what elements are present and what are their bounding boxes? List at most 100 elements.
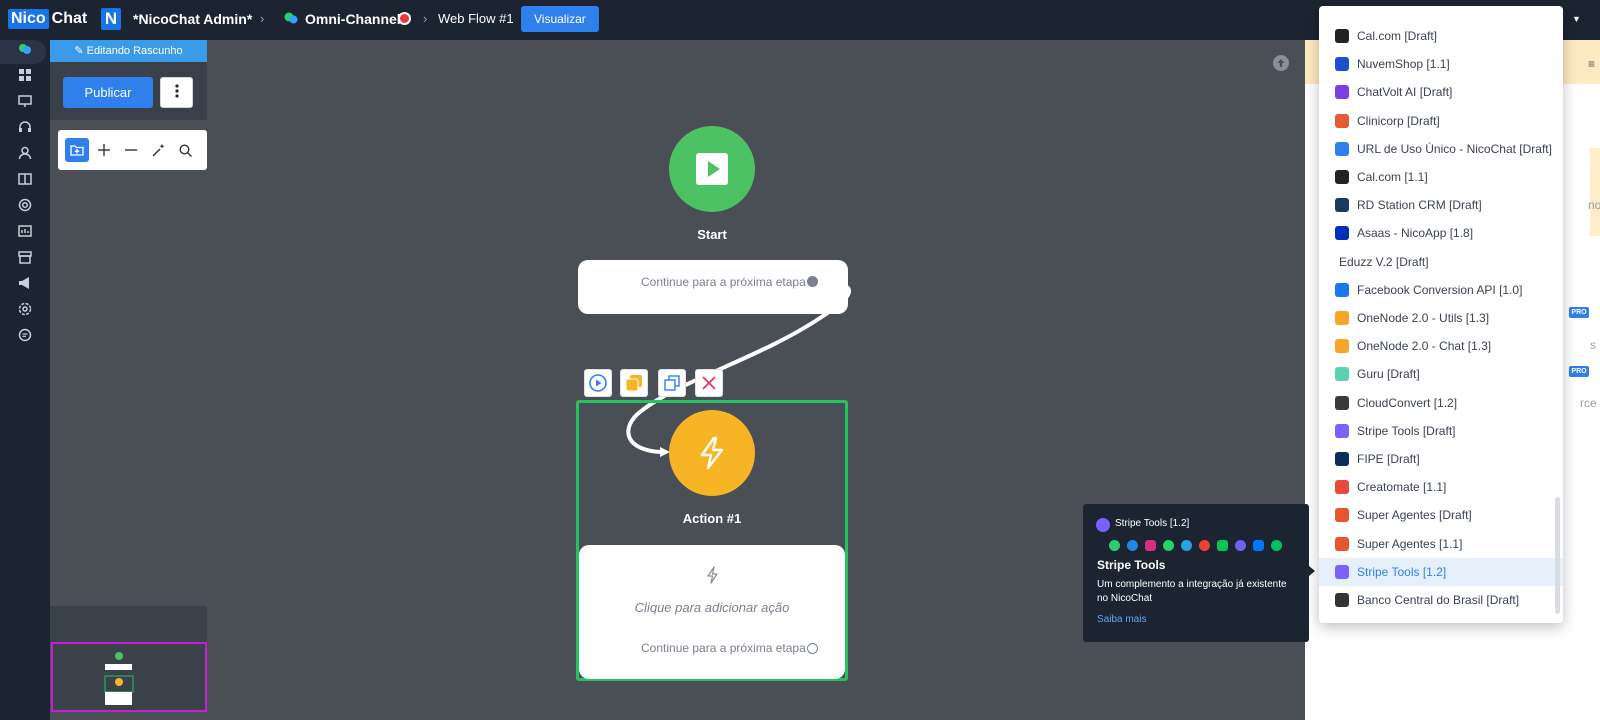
right-panel-text: s bbox=[1590, 338, 1596, 352]
whatsapp-icon bbox=[1163, 540, 1174, 551]
integrations-dropdown[interactable]: Cal.com [Draft] NuvemShop [1.1] ChatVolt A… bbox=[1319, 6, 1563, 623]
integration-item[interactable]: CloudConvert [1.2] bbox=[1319, 389, 1563, 417]
integration-item[interactable]: Super Agentes [Draft] bbox=[1319, 501, 1563, 529]
integration-item-label: Stripe Tools [Draft] bbox=[1357, 423, 1456, 438]
integration-item[interactable]: OneNode 2.0 - Utils [1.3] bbox=[1319, 304, 1563, 332]
add-action-prompt[interactable]: Clique para adicionar ação bbox=[600, 600, 824, 615]
integration-item[interactable]: Cal.com [Draft] bbox=[1319, 22, 1563, 50]
integration-item-label: Creatomate [1.1] bbox=[1357, 480, 1447, 495]
integration-item-label: FIPE [Draft] bbox=[1357, 452, 1420, 466]
integration-item[interactable]: Cal.com [1.1] bbox=[1319, 163, 1563, 191]
pro-badge: PRO bbox=[1569, 366, 1589, 377]
play-icon bbox=[696, 153, 728, 185]
rdstation-icon bbox=[1335, 198, 1349, 213]
onenode-icon bbox=[1335, 311, 1349, 325]
fipe-icon bbox=[1335, 452, 1349, 466]
close-icon bbox=[702, 376, 716, 390]
integration-item[interactable]: Banco Central do Brasil [Draft] bbox=[1319, 586, 1563, 614]
action-node-icon[interactable] bbox=[669, 410, 755, 496]
integration-item[interactable]: OneNode 2.0 - Chat [1.3] bbox=[1319, 332, 1563, 360]
asaas-icon bbox=[1335, 226, 1349, 241]
pro-badge: PRO bbox=[1569, 307, 1589, 318]
vk-icon bbox=[1253, 540, 1264, 551]
integration-item[interactable]: Stripe Tools [Draft] bbox=[1319, 417, 1563, 445]
clinicorp-icon bbox=[1335, 113, 1349, 128]
right-panel-text: no bbox=[1588, 198, 1600, 212]
tooltip-header: Stripe Tools [1.2] bbox=[1115, 518, 1190, 529]
integration-item-label: CloudConvert [1.2] bbox=[1357, 395, 1458, 410]
right-panel-notice bbox=[1590, 148, 1600, 236]
stripe-icon bbox=[1096, 518, 1110, 532]
stripe-icon bbox=[1335, 423, 1349, 438]
tooltip-title: Stripe Tools bbox=[1097, 558, 1166, 572]
learn-more-link[interactable]: Saiba mais bbox=[1097, 614, 1146, 625]
integration-item[interactable]: Guru [Draft] bbox=[1319, 360, 1563, 388]
webchat-icon bbox=[1109, 540, 1120, 551]
tooltip-description: Um complemento a integração já existente… bbox=[1097, 579, 1287, 604]
integration-item-label: OneNode 2.0 - Chat [1.3] bbox=[1357, 339, 1492, 354]
integration-item-label: OneNode 2.0 - Utils [1.3] bbox=[1357, 311, 1490, 325]
integration-item-label: ChatVolt AI [Draft] bbox=[1357, 85, 1453, 100]
viber-icon bbox=[1235, 540, 1246, 551]
action-continue-text: Continue para a próxima etapa bbox=[641, 641, 806, 655]
run-node-button[interactable] bbox=[584, 369, 612, 397]
calcom-icon bbox=[1335, 170, 1349, 184]
google-icon bbox=[1199, 540, 1210, 551]
calcom-icon bbox=[1335, 29, 1349, 43]
hamburger-icon[interactable]: ≡ bbox=[1588, 57, 1595, 71]
integration-item-label: Stripe Tools [1.2] bbox=[1357, 564, 1447, 579]
line-icon bbox=[1217, 540, 1228, 551]
integration-item[interactable]: RD Station CRM [Draft] bbox=[1319, 191, 1563, 219]
integration-item[interactable]: Clinicorp [Draft] bbox=[1319, 107, 1563, 135]
integration-item[interactable]: Eduzz V.2 [Draft] bbox=[1319, 248, 1563, 276]
duplicate-node-button[interactable] bbox=[658, 369, 686, 397]
link-icon bbox=[1335, 141, 1349, 156]
integration-item[interactable]: FIPE [Draft] bbox=[1319, 445, 1563, 473]
facebook-icon bbox=[1335, 282, 1349, 297]
wechat-icon bbox=[1271, 540, 1282, 551]
lightning-icon bbox=[700, 436, 724, 470]
start-output-port[interactable] bbox=[807, 276, 818, 287]
onenode-icon bbox=[1335, 339, 1349, 354]
integration-tooltip: Stripe Tools [1.2] Stripe Tools Um compl… bbox=[1083, 504, 1309, 642]
telegram-icon bbox=[1181, 540, 1192, 551]
integration-item[interactable]: URL de Uso Único - NicoChat [Draft] bbox=[1319, 135, 1563, 163]
nuvemshop-icon bbox=[1335, 57, 1349, 72]
action-node-label: Action #1 bbox=[682, 511, 742, 526]
integration-item-label: Facebook Conversion API [1.0] bbox=[1357, 282, 1523, 297]
integration-item-label: RD Station CRM [Draft] bbox=[1357, 198, 1482, 213]
integration-item[interactable]: Super Agentes [1.1] bbox=[1319, 530, 1563, 558]
creatomate-icon bbox=[1335, 480, 1349, 495]
integration-item-label: Banco Central do Brasil [Draft] bbox=[1357, 593, 1520, 607]
duplicate-icon bbox=[664, 375, 680, 391]
superagentes-icon bbox=[1335, 508, 1349, 523]
integration-item[interactable]: Facebook Conversion API [1.0] bbox=[1319, 276, 1563, 304]
integration-item[interactable]: Asaas - NicoApp [1.8] bbox=[1319, 219, 1563, 247]
cloudconvert-icon bbox=[1335, 395, 1349, 410]
integration-item-label: Super Agentes [1.1] bbox=[1357, 536, 1463, 551]
start-node-label: Start bbox=[697, 227, 727, 242]
messenger-icon bbox=[1127, 540, 1138, 551]
integration-item-label: Cal.com [Draft] bbox=[1357, 29, 1438, 43]
integration-item-label: Cal.com [1.1] bbox=[1357, 170, 1428, 184]
copy-node-button[interactable] bbox=[620, 369, 648, 397]
chatvolt-icon bbox=[1335, 85, 1349, 100]
stripe-icon bbox=[1335, 564, 1349, 579]
lightning-small-icon bbox=[707, 566, 718, 584]
action-output-port[interactable] bbox=[807, 643, 818, 654]
dropdown-scrollbar[interactable] bbox=[1555, 497, 1560, 614]
play-circle-icon bbox=[589, 374, 607, 392]
superagentes-icon bbox=[1335, 536, 1349, 551]
integration-item-label: URL de Uso Único - NicoChat [Draft] bbox=[1357, 141, 1552, 156]
integration-item-label: Eduzz V.2 [Draft] bbox=[1339, 254, 1429, 269]
integration-item[interactable]: Stripe Tools [1.2] bbox=[1319, 557, 1563, 586]
tooltip-arrow bbox=[1309, 566, 1315, 576]
integration-item[interactable]: Creatomate [1.1] bbox=[1319, 473, 1563, 501]
integration-item[interactable]: ChatVolt AI [Draft] bbox=[1319, 78, 1563, 106]
integration-item[interactable]: NuvemShop [1.1] bbox=[1319, 50, 1563, 78]
start-node-icon[interactable] bbox=[669, 126, 755, 212]
integration-item-label: NuvemShop [1.1] bbox=[1357, 57, 1450, 72]
delete-node-button[interactable] bbox=[695, 369, 723, 397]
upload-icon[interactable] bbox=[1273, 55, 1289, 71]
integration-item-label: Super Agentes [Draft] bbox=[1357, 508, 1472, 523]
